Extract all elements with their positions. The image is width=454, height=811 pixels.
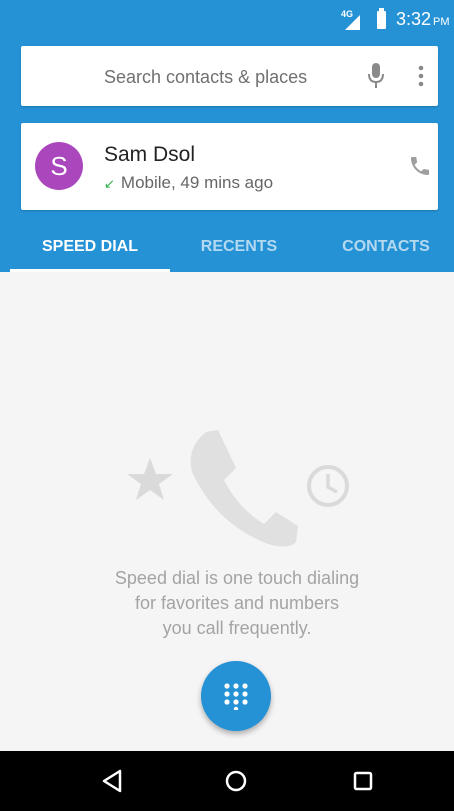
star-icon [127, 458, 173, 500]
recent-call-card[interactable] [21, 123, 438, 210]
tab-contacts[interactable]: CONTACTS [318, 225, 454, 272]
dialpad-icon [224, 683, 248, 710]
tab-speed-dial[interactable]: SPEED DIAL [10, 225, 170, 272]
contact-name: Sam Dsol [104, 143, 196, 166]
call-detail: ↙ Mobile, 49 mins ago [104, 173, 274, 192]
phone-icon[interactable] [408, 154, 432, 178]
battery-icon [377, 8, 386, 29]
clock: 3:32 PM [396, 9, 450, 29]
recents-icon[interactable] [346, 764, 380, 798]
dialpad-button[interactable] [201, 661, 271, 731]
more-vert-icon[interactable] [417, 65, 425, 87]
clock-icon [307, 465, 349, 507]
phone-icon [190, 430, 298, 547]
empty-state-text: Speed dial is one touch dialing for favo… [114, 568, 360, 638]
signal-icon [345, 15, 360, 30]
back-icon[interactable] [96, 764, 130, 798]
status-bar: 4G 3:32 PM [0, 0, 454, 36]
mic-icon[interactable] [366, 62, 386, 90]
incoming-call-arrow-icon: ↙ [104, 176, 115, 191]
tab-recents[interactable]: RECENTS [170, 225, 308, 272]
speed-dial-illustration [127, 430, 349, 547]
tab-bar: SPEED DIAL RECENTS CONTACTS [0, 225, 454, 272]
home-icon[interactable] [219, 764, 253, 798]
avatar[interactable]: S [35, 142, 83, 190]
search-input[interactable]: Search contacts & places [104, 67, 307, 88]
